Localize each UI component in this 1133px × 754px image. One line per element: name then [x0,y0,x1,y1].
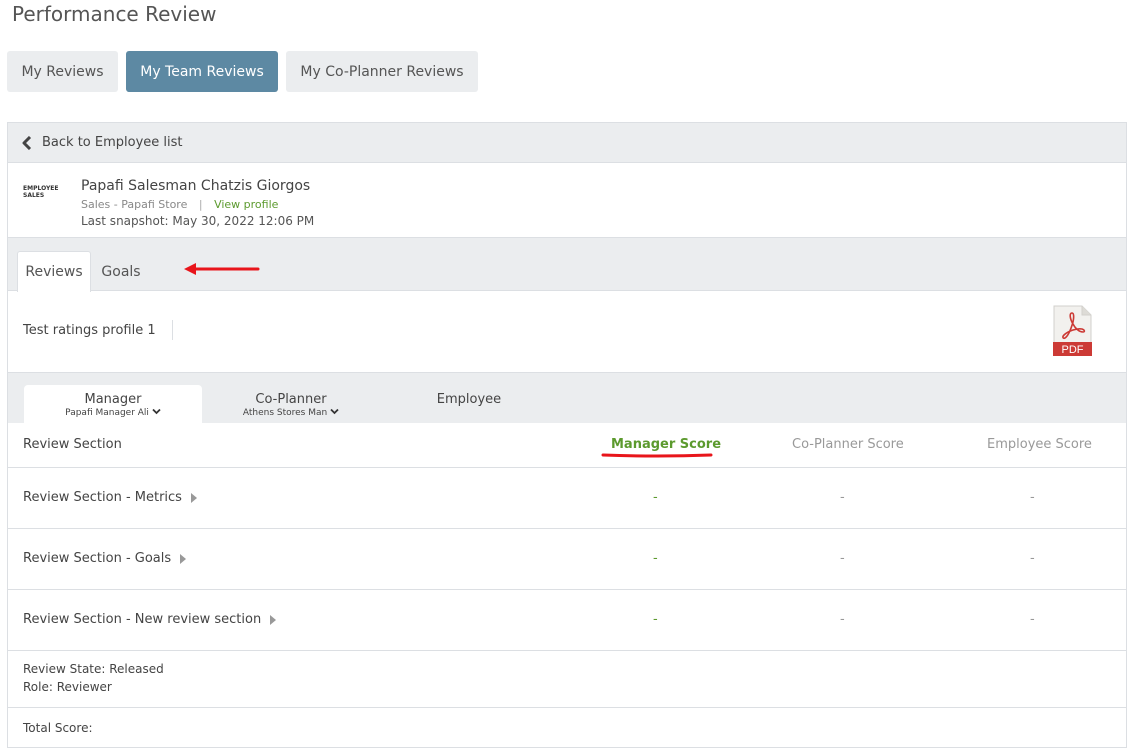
tab-reviews[interactable]: Reviews [17,251,91,292]
divider [172,320,173,340]
table-row: Review Section - Goals - - - [8,529,1126,590]
employee-department: Sales - Papafi Store [81,198,188,211]
co-planner-score: - [840,551,845,566]
employee-header: EMPLOYEE SALES Papafi Salesman Chatzis G… [8,163,1126,238]
reviewer-role: Role: Reviewer [23,680,112,694]
reviewer-tab-employee[interactable]: Employee [380,385,558,423]
header-employee-score: Employee Score [987,437,1092,452]
manager-score: - [653,490,658,505]
header-review-section: Review Section [23,437,122,452]
section-name: Review Section - Metrics [23,490,182,505]
tab-my-co-planner-reviews[interactable]: My Co-Planner Reviews [286,51,478,92]
employee-score: - [1030,551,1035,566]
caret-right-icon [270,614,277,625]
reviewer-tab-manager[interactable]: Manager Papafi Manager Ali [24,385,202,423]
logo-text-line2: SALES [23,192,45,199]
review-section-toggle[interactable]: Review Section - Goals [23,551,187,566]
employee-logo: EMPLOYEE SALES [23,185,67,209]
reviewer-tab-label: Manager [84,392,142,407]
tab-my-reviews[interactable]: My Reviews [7,51,118,92]
review-status-block: Review State: Released Role: Reviewer [8,651,1126,708]
last-snapshot: Last snapshot: May 30, 2022 12:06 PM [81,214,315,228]
ratings-profile-row: Test ratings profile 1 PDF [8,291,1126,373]
reviewer-name: Athens Stores Man [242,408,328,418]
co-planner-score: - [840,612,845,627]
tab-my-team-reviews[interactable]: My Team Reviews [126,51,278,92]
reviewer-dropdown[interactable]: Papafi Manager Ali [24,408,202,418]
reviewer-tab-label: Co-Planner [255,392,327,407]
table-row: Review Section - New review section - - … [8,590,1126,651]
reviewer-tab-label: Employee [436,392,502,407]
review-state: Review State: Released [23,662,164,676]
chevron-down-icon [330,408,339,415]
review-panel: Back to Employee list EMPLOYEE SALES Pap… [7,122,1127,748]
section-name: Review Section - New review section [23,612,262,627]
header-manager-score: Manager Score [611,437,722,452]
logo-text-line1: EMPLOYEE [23,185,59,192]
employee-subline: Sales - Papafi Store | View profile [81,198,278,211]
reviewer-tabs-bar: Manager Papafi Manager Ali Co-Planner At… [8,373,1126,423]
reviewer-dropdown[interactable]: Athens Stores Man [202,408,380,418]
back-to-employee-list-button[interactable]: Back to Employee list [8,123,1126,163]
reviewer-name: Papafi Manager Ali [65,408,149,418]
caret-right-icon [180,553,187,564]
review-section-toggle[interactable]: Review Section - New review section [23,612,277,627]
caret-right-icon [190,492,197,503]
section-name: Review Section - Goals [23,551,172,566]
tab-goals[interactable]: Goals [91,251,151,292]
sub-tabs-bar: Reviews Goals [8,238,1126,292]
chevron-down-icon [152,408,161,415]
header-co-planner-score: Co-Planner Score [792,437,904,452]
pdf-file-icon[interactable]: PDF [1052,305,1092,357]
manager-score: - [653,612,658,627]
review-section-toggle[interactable]: Review Section - Metrics [23,490,197,505]
pdf-label: PDF [1062,344,1084,356]
table-row: Review Section - Metrics - - - [8,468,1126,529]
page-title: Performance Review [12,2,217,26]
employee-score: - [1030,612,1035,627]
co-planner-score: - [840,490,845,505]
back-label: Back to Employee list [42,135,183,150]
separator: | [198,198,203,211]
table-header: Review Section Manager Score Co-Planner … [8,423,1126,468]
employee-score: - [1030,490,1035,505]
view-profile-link[interactable]: View profile [214,198,278,211]
employee-name: Papafi Salesman Chatzis Giorgos [81,178,311,194]
ratings-profile-name: Test ratings profile 1 [23,323,156,338]
manager-score: - [653,551,658,566]
reviewer-tab-co-planner[interactable]: Co-Planner Athens Stores Man [202,385,380,423]
total-score: Total Score: [23,721,93,735]
chevron-left-icon [22,135,32,150]
